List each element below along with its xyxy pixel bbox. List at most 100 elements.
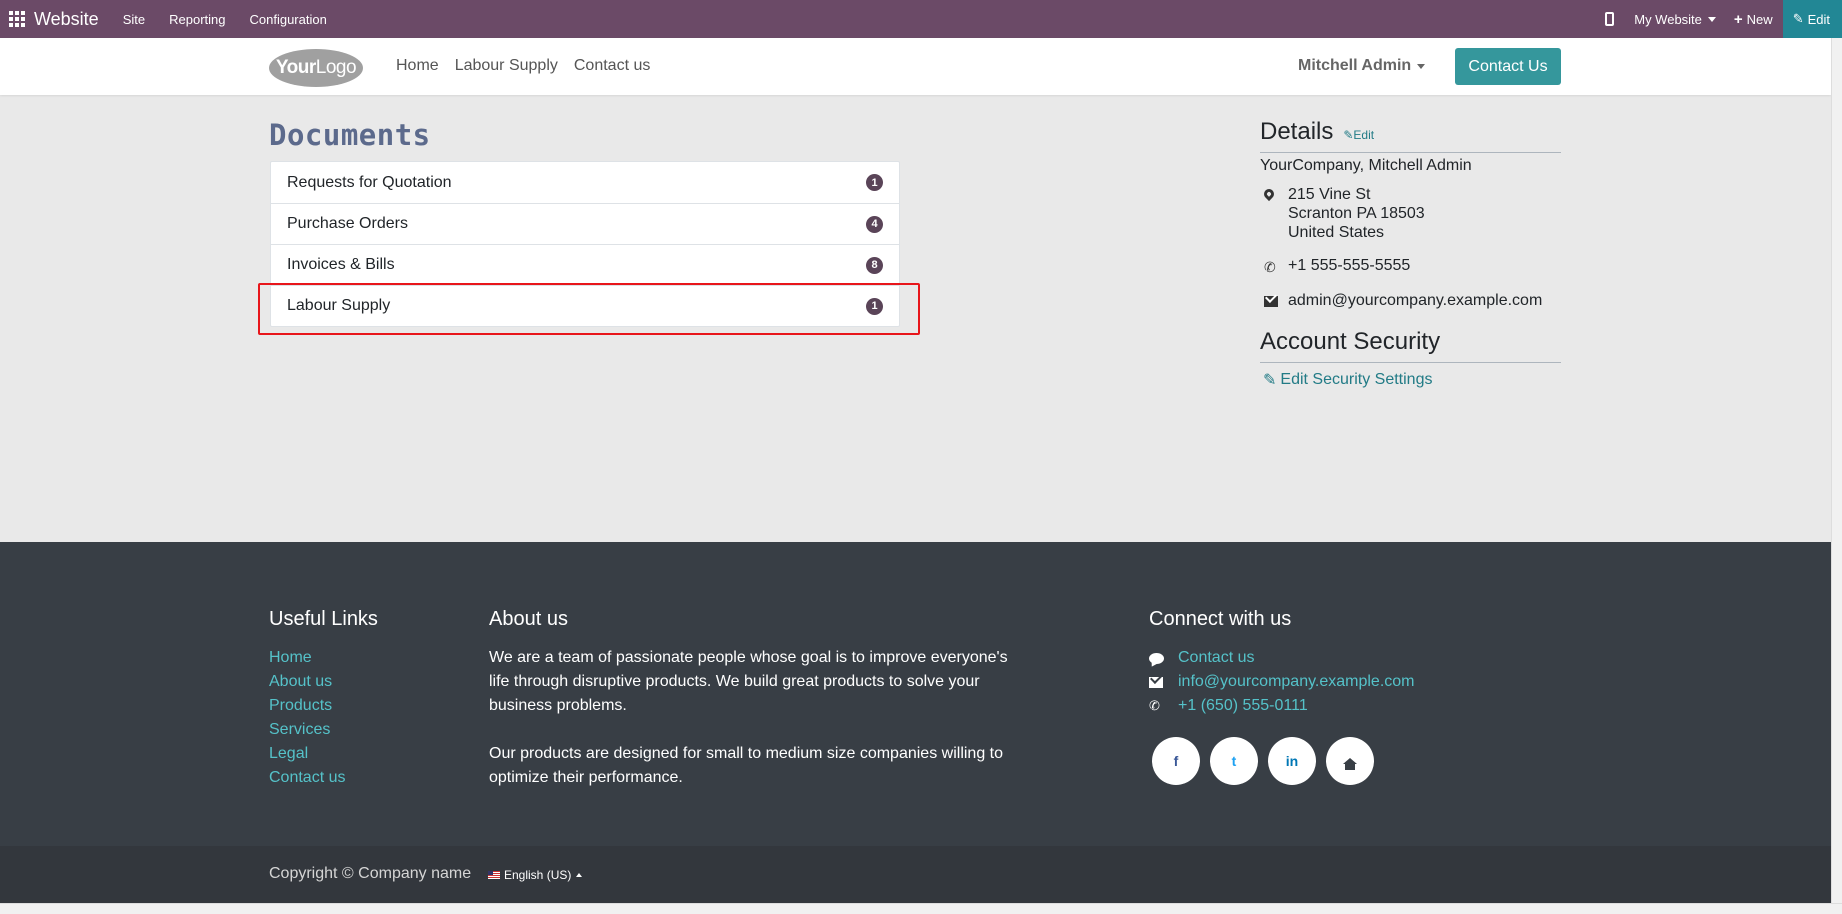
footer-link-home[interactable]: Home	[269, 646, 345, 670]
connect-phone-link[interactable]: +1 (650) 555-0111	[1178, 694, 1308, 718]
new-content-button[interactable]: + New	[1734, 11, 1773, 28]
about-paragraph: We are a team of passionate people whose…	[489, 649, 1008, 714]
list-item-requests-for-quotation[interactable]: Requests for Quotation 1	[271, 162, 899, 203]
facebook-icon[interactable]: f	[1152, 737, 1200, 785]
main-nav: Home Labour Supply Contact us	[396, 57, 666, 75]
list-item-label: Purchase Orders	[287, 215, 408, 232]
language-selector[interactable]: English (US)	[488, 868, 583, 882]
caret-up-icon	[576, 873, 583, 877]
account-security-title: Account Security	[1260, 328, 1441, 355]
address-line: Scranton PA 18503	[1288, 205, 1425, 222]
footer-link-services[interactable]: Services	[269, 718, 345, 742]
site-footer: Useful Links Home About us Products Serv…	[0, 542, 1831, 846]
connect-phone-row[interactable]: ✆ +1 (650) 555-0111	[1149, 694, 1415, 718]
company-logo[interactable]: Your Logo	[269, 49, 363, 87]
edit-security-label: Edit Security Settings	[1280, 371, 1433, 388]
pencil-icon: ✎	[1263, 372, 1277, 389]
email-row: admin@yourcompany.example.com	[1260, 291, 1561, 310]
new-label: New	[1746, 11, 1773, 27]
company-name: YourCompany, Mitchell Admin	[1260, 157, 1472, 174]
site-header: Your Logo Home Labour Supply Contact us M…	[0, 38, 1831, 95]
language-label: English (US)	[504, 868, 572, 882]
caret-down-icon	[1417, 63, 1426, 69]
nav-contact-us[interactable]: Contact us	[574, 57, 650, 75]
connect-contact-row[interactable]: Contact us	[1149, 646, 1415, 670]
list-item-purchase-orders[interactable]: Purchase Orders 4	[271, 203, 899, 244]
copyright-bar: Copyright © Company name English (US)	[0, 846, 1831, 903]
user-name: Mitchell Admin	[1298, 57, 1412, 74]
footer-link-contact-us[interactable]: Contact us	[269, 766, 345, 790]
edit-label: Edit	[1807, 11, 1830, 27]
details-heading: Details ✎Edit	[1260, 118, 1561, 153]
admin-navbar: Website Site Reporting Configuration My …	[0, 0, 1842, 38]
email-value: admin@yourcompany.example.com	[1288, 292, 1543, 309]
menu-site[interactable]: Site	[123, 12, 145, 27]
address-line: United States	[1288, 224, 1385, 241]
count-badge: 8	[866, 256, 883, 274]
menu-configuration[interactable]: Configuration	[249, 12, 326, 27]
twitter-icon[interactable]: t	[1210, 737, 1258, 785]
address-line: 215 Vine St	[1288, 186, 1371, 203]
about-us-text: We are a team of passionate people whose…	[489, 646, 1019, 814]
apps-grid-icon	[9, 11, 25, 27]
count-badge: 1	[866, 174, 883, 191]
address-block: 215 Vine St Scranton PA 18503 United Sta…	[1288, 185, 1425, 242]
address-row: 215 Vine St Scranton PA 18503 United Sta…	[1260, 185, 1561, 242]
home-icon[interactable]	[1326, 737, 1374, 785]
connect-list: Contact us info@yourcompany.example.com …	[1149, 646, 1415, 718]
useful-links-list: Home About us Products Services Legal Co…	[269, 646, 345, 790]
comment-icon	[1149, 652, 1164, 664]
logo-text: Logo	[315, 57, 357, 78]
social-links: f t in	[1152, 737, 1384, 785]
list-item-label: Requests for Quotation	[287, 173, 452, 191]
phone-row: ✆ +1 555-555-5555	[1260, 256, 1561, 277]
website-switcher[interactable]: My Website	[1634, 12, 1716, 27]
count-badge: 4	[866, 215, 883, 233]
user-menu[interactable]: Mitchell Admin	[1298, 57, 1426, 75]
edit-security-settings-link[interactable]: ✎ Edit Security Settings	[1260, 370, 1561, 390]
edit-page-button[interactable]: ✎ Edit	[1782, 0, 1842, 38]
edit-details-label: Edit	[1353, 128, 1375, 142]
menu-reporting[interactable]: Reporting	[169, 12, 225, 27]
envelope-icon	[1149, 676, 1163, 688]
page-title: Documents	[269, 118, 431, 152]
website-switcher-label: My Website	[1634, 11, 1702, 27]
footer-link-about-us[interactable]: About us	[269, 670, 345, 694]
map-marker-icon	[1261, 186, 1277, 202]
caret-down-icon	[1707, 16, 1716, 22]
list-item-label: Invoices & Bills	[287, 256, 395, 273]
useful-links-title: Useful Links	[269, 608, 378, 630]
plus-icon: +	[1733, 10, 1743, 28]
nav-home[interactable]: Home	[396, 57, 439, 75]
pencil-icon: ✎	[1343, 128, 1354, 142]
horizontal-scrollbar[interactable]	[0, 903, 1842, 914]
vertical-scrollbar[interactable]	[1831, 38, 1842, 903]
phone-icon: ✆	[1264, 259, 1276, 275]
connect-contact-link[interactable]: Contact us	[1178, 646, 1254, 670]
phone-value: +1 555-555-5555	[1288, 257, 1411, 274]
logo-bold-text: Your	[275, 57, 316, 78]
edit-details-link[interactable]: ✎Edit	[1343, 128, 1374, 142]
footer-link-products[interactable]: Products	[269, 694, 345, 718]
about-us-title: About us	[489, 608, 568, 630]
footer-link-legal[interactable]: Legal	[269, 742, 345, 766]
pencil-icon: ✎	[1792, 11, 1804, 26]
apps-menu-button[interactable]	[0, 0, 34, 38]
contact-us-button[interactable]: Contact Us	[1455, 48, 1561, 85]
envelope-icon	[1264, 296, 1278, 307]
details-title: Details	[1260, 118, 1334, 145]
account-security-heading: Account Security	[1260, 328, 1561, 363]
phone-icon: ✆	[1149, 698, 1160, 713]
list-item-invoices-bills[interactable]: Invoices & Bills 8	[271, 244, 899, 285]
app-brand[interactable]: Website	[34, 9, 99, 30]
connect-email-link[interactable]: info@yourcompany.example.com	[1178, 670, 1415, 694]
copyright-text: Copyright © Company name	[269, 865, 472, 882]
connect-email-row[interactable]: info@yourcompany.example.com	[1149, 670, 1415, 694]
connect-title: Connect with us	[1149, 608, 1292, 630]
mobile-preview-icon[interactable]	[1605, 12, 1615, 26]
nav-labour-supply[interactable]: Labour Supply	[455, 57, 558, 75]
highlight-box	[258, 283, 920, 335]
us-flag-icon	[488, 871, 500, 879]
details-panel: Details ✎Edit YourCompany, Mitchell Admi…	[1260, 118, 1561, 390]
linkedin-icon[interactable]: in	[1268, 737, 1316, 785]
